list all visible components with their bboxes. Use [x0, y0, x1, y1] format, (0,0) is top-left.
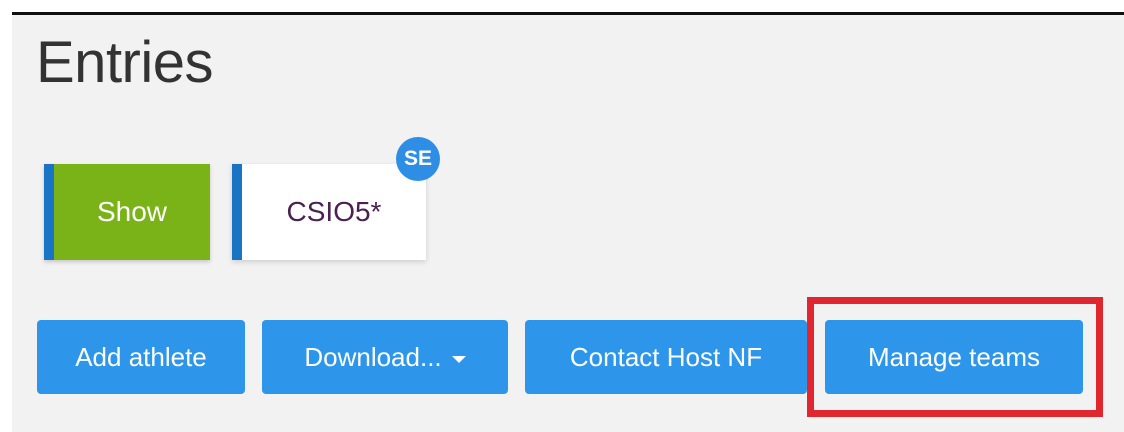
highlight-annotation: [807, 297, 1103, 417]
tab-csio5-label: CSIO5*: [286, 196, 382, 227]
contact-host-nf-label: Contact Host NF: [569, 341, 763, 372]
download-dropdown-button[interactable]: Download...: [262, 320, 508, 394]
download-label: Download...: [304, 341, 442, 372]
add-athlete-label: Add athlete: [75, 341, 207, 372]
page-title: Entries: [36, 30, 214, 95]
caret-down-icon: [451, 355, 466, 363]
add-athlete-button[interactable]: Add athlete: [37, 320, 245, 394]
tab-show-label: Show: [96, 196, 168, 227]
tab-csio5[interactable]: CSIO5*: [232, 164, 426, 260]
tab-show[interactable]: Show: [44, 164, 210, 260]
nf-badge: SE: [396, 137, 440, 181]
contact-host-nf-button[interactable]: Contact Host NF: [525, 320, 807, 394]
